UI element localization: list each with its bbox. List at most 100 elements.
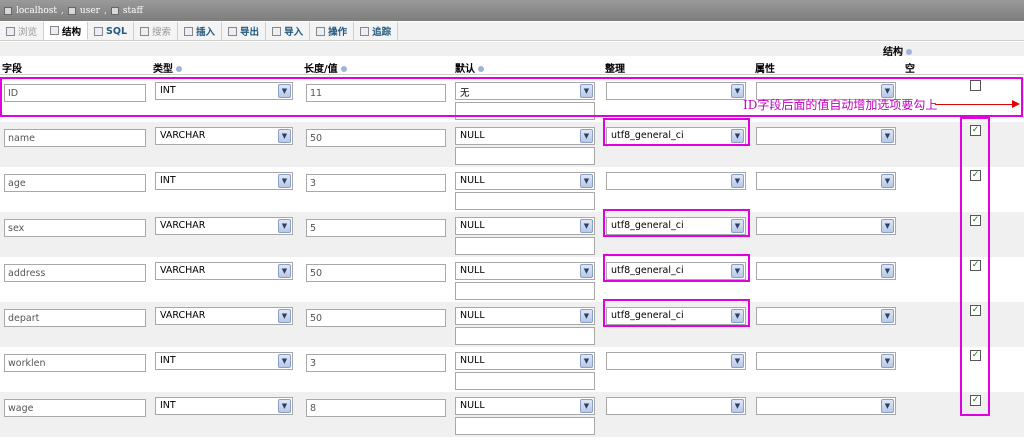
length-input[interactable]: 3 (306, 174, 446, 192)
collation-select[interactable]: ▼ (606, 352, 746, 370)
tab-sql[interactable]: SQL (88, 22, 135, 40)
collation-select[interactable]: utf8_general_ci ▼ (606, 262, 746, 280)
attributes-select[interactable]: ▼ (756, 127, 896, 145)
default-value-input[interactable] (455, 192, 595, 210)
collation-select[interactable]: utf8_general_ci ▼ (606, 307, 746, 325)
attributes-select[interactable]: ▼ (756, 397, 896, 415)
length-input[interactable]: 8 (306, 399, 446, 417)
type-select-value: VARCHAR (160, 220, 206, 231)
sql-icon (94, 26, 104, 36)
table-row: depart VARCHAR ▼ 50 NULL ▼ utf8_general_ci ▼ ▼ ✓ (0, 302, 1024, 347)
null-checkbox[interactable]: ✓ (970, 260, 981, 271)
default-value-input[interactable] (455, 417, 595, 435)
type-select-value: VARCHAR (160, 265, 206, 276)
type-select-value: INT (160, 85, 176, 96)
length-input[interactable]: 5 (306, 219, 446, 237)
default-select[interactable]: NULL ▼ (455, 172, 595, 190)
tab-import[interactable]: 导入 (266, 22, 311, 40)
tab-tracking[interactable]: 追踪 (354, 22, 399, 40)
sort-icon[interactable] (906, 49, 912, 55)
type-select[interactable]: INT ▼ (155, 172, 293, 190)
collation-select-value: utf8_general_ci (611, 130, 684, 141)
field-name-input[interactable]: address (4, 264, 146, 282)
search-icon (140, 26, 150, 36)
type-select[interactable]: VARCHAR ▼ (155, 307, 293, 325)
chevron-down-icon: ▼ (881, 354, 894, 368)
tab-structure[interactable]: 结构 (44, 22, 89, 40)
tab-search: 搜索 (134, 22, 179, 40)
column-header-type: 类型 (153, 64, 173, 75)
null-checkbox[interactable]: ✓ (970, 350, 981, 361)
chevron-down-icon: ▼ (731, 219, 744, 233)
null-checkbox[interactable]: ✓ (970, 170, 981, 181)
type-select[interactable]: INT ▼ (155, 352, 293, 370)
chevron-down-icon: ▼ (731, 399, 744, 413)
default-select[interactable]: NULL ▼ (455, 217, 595, 235)
collation-select[interactable]: utf8_general_ci ▼ (606, 217, 746, 235)
null-checkbox[interactable]: ✓ (970, 125, 981, 136)
null-checkbox[interactable]: ✓ (970, 305, 981, 316)
length-input[interactable]: 3 (306, 354, 446, 372)
collation-select[interactable]: utf8_general_ci ▼ (606, 127, 746, 145)
default-value-input[interactable] (455, 327, 595, 345)
collation-select[interactable]: ▼ (606, 397, 746, 415)
field-name-input[interactable]: name (4, 129, 146, 147)
field-name-input[interactable]: wage (4, 399, 146, 417)
field-name-input[interactable]: age (4, 174, 146, 192)
default-select[interactable]: NULL ▼ (455, 262, 595, 280)
default-select[interactable]: 无 ▼ (455, 82, 595, 100)
attributes-select[interactable]: ▼ (756, 307, 896, 325)
structure-header: 结构 (0, 42, 1024, 58)
collation-select[interactable]: ▼ (606, 82, 746, 100)
length-input[interactable]: 50 (306, 129, 446, 147)
field-name-input[interactable]: depart (4, 309, 146, 327)
breadcrumb-database[interactable]: user (80, 6, 100, 16)
default-select[interactable]: NULL ▼ (455, 397, 595, 415)
length-input[interactable]: 11 (306, 84, 446, 102)
attributes-select[interactable]: ▼ (756, 352, 896, 370)
field-name-input[interactable]: sex (4, 219, 146, 237)
default-value-input[interactable] (455, 147, 595, 165)
field-name-input[interactable]: worklen (4, 354, 146, 372)
default-select[interactable]: NULL ▼ (455, 352, 595, 370)
type-select[interactable]: INT ▼ (155, 397, 293, 415)
attributes-select[interactable]: ▼ (756, 172, 896, 190)
type-select[interactable]: INT ▼ (155, 82, 293, 100)
chevron-down-icon: ▼ (731, 264, 744, 278)
type-select-value: INT (160, 400, 176, 411)
default-value-input[interactable] (455, 372, 595, 390)
null-checkbox[interactable] (970, 80, 981, 91)
default-value-input[interactable] (455, 237, 595, 255)
tab-operations[interactable]: 操作 (310, 22, 355, 40)
tab-insert[interactable]: 插入 (178, 22, 223, 40)
attributes-select[interactable]: ▼ (756, 217, 896, 235)
type-select[interactable]: VARCHAR ▼ (155, 262, 293, 280)
length-input[interactable]: 50 (306, 309, 446, 327)
chevron-down-icon: ▼ (580, 264, 593, 278)
default-value-input[interactable] (455, 282, 595, 300)
help-icon[interactable] (340, 66, 347, 72)
null-checkbox[interactable]: ✓ (970, 395, 981, 406)
tab-label: 插入 (196, 27, 216, 38)
default-value-input[interactable] (455, 102, 595, 120)
help-icon[interactable] (478, 66, 484, 72)
breadcrumb-server[interactable]: localhost (16, 6, 57, 16)
null-checkbox[interactable]: ✓ (970, 215, 981, 226)
type-select-value: VARCHAR (160, 130, 206, 141)
field-name-input[interactable]: ID (4, 84, 146, 102)
chevron-down-icon: ▼ (580, 354, 593, 368)
help-icon[interactable] (176, 66, 182, 72)
default-select[interactable]: NULL ▼ (455, 307, 595, 325)
default-select[interactable]: NULL ▼ (455, 127, 595, 145)
type-select[interactable]: VARCHAR ▼ (155, 217, 293, 235)
table-row: address VARCHAR ▼ 50 NULL ▼ utf8_general_ci ▼ ▼ ✓ (0, 257, 1024, 302)
browse-icon (6, 26, 15, 36)
type-select[interactable]: VARCHAR ▼ (155, 127, 293, 145)
table-row: name VARCHAR ▼ 50 NULL ▼ utf8_general_ci ▼ ▼ ✓ (0, 122, 1024, 167)
insert-icon (184, 26, 194, 36)
breadcrumb-table[interactable]: staff (123, 6, 143, 16)
tab-export[interactable]: 导出 (222, 22, 267, 40)
length-input[interactable]: 50 (306, 264, 446, 282)
collation-select[interactable]: ▼ (606, 172, 746, 190)
attributes-select[interactable]: ▼ (756, 262, 896, 280)
